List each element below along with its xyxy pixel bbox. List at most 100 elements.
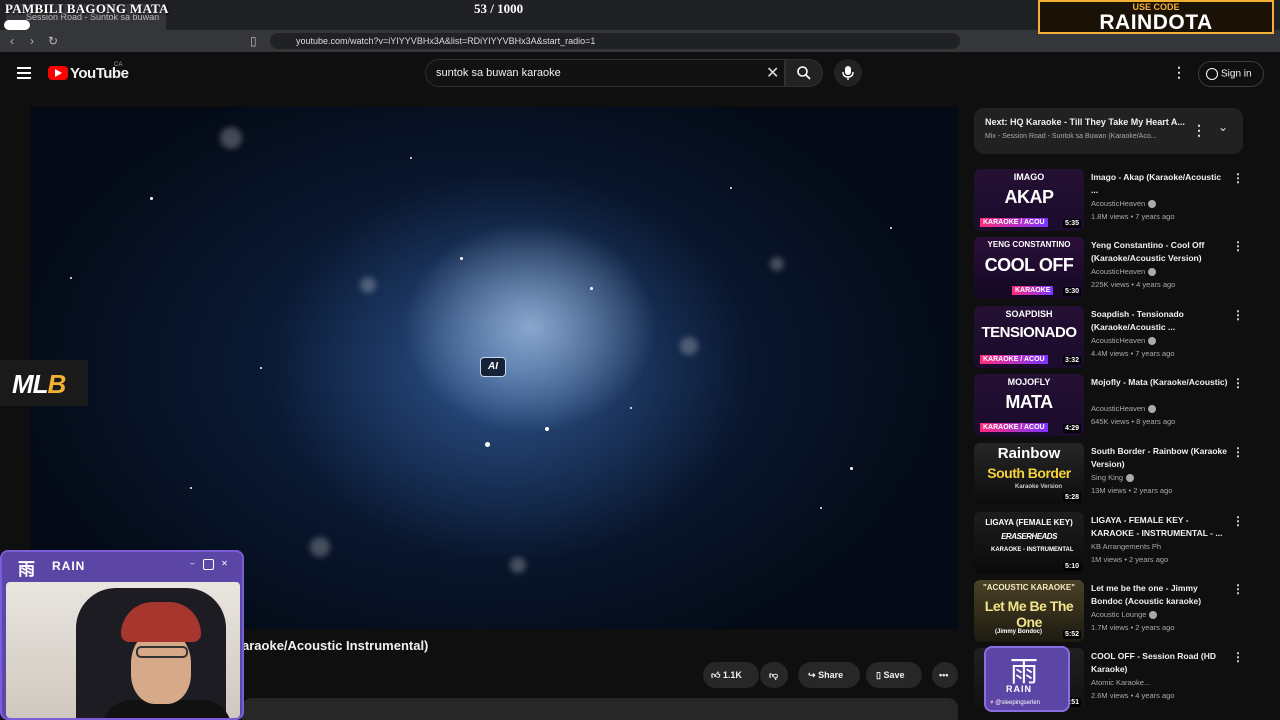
verified-icon <box>1148 268 1157 277</box>
share-button[interactable]: ↪ Share <box>798 662 860 688</box>
url-field[interactable]: youtube.com/watch?v=iYIYYVBHx3A&list=RDi… <box>270 33 960 49</box>
list-item[interactable]: LIGAYA (FEMALE KEY) ERASERHEADS KARAOKE … <box>974 512 1254 574</box>
video-meta: 225K views • 4 years ago <box>1091 280 1176 289</box>
back-icon[interactable]: ‹ <box>10 34 14 48</box>
settings-kebab-icon[interactable]: ⋮ <box>1172 64 1186 81</box>
video-meta: 13M views • 2 years ago <box>1091 486 1173 495</box>
duration-badge: 5:10 <box>1062 562 1081 571</box>
up-next-title: Next: HQ Karaoke - Till They Take My Hea… <box>985 117 1185 127</box>
search-input[interactable]: suntok sa buwan karaoke ✕ <box>425 59 785 87</box>
minimize-icon[interactable]: – <box>187 559 198 570</box>
channel-name[interactable]: Atomic Karaoke... <box>1091 678 1150 687</box>
reload-icon[interactable]: ↻ <box>48 34 58 48</box>
channel-name[interactable]: Acoustic Lounge <box>1091 610 1158 620</box>
duration-badge: 5:30 <box>1062 287 1081 296</box>
video-title-link[interactable]: Yeng Constantino - Cool Off (Karaoke/Aco… <box>1091 239 1229 265</box>
video-thumbnail[interactable]: "ACOUSTIC KARAOKE" Let Me Be The One (Ji… <box>974 580 1084 642</box>
thumbs-down-icon: 👎︎ <box>769 670 779 680</box>
more-actions-button[interactable]: ••• <box>932 662 958 688</box>
video-kebab-icon[interactable]: ⋮ <box>1232 582 1244 596</box>
video-title-link[interactable]: COOL OFF - Session Road (HD Karaoke) <box>1091 650 1229 676</box>
sign-in-button[interactable]: Sign in <box>1198 61 1264 87</box>
rain-logo-icon: 雨 <box>18 560 35 579</box>
promo-code-banner: USE CODE RAINDOTA <box>1038 0 1274 34</box>
video-kebab-icon[interactable]: ⋮ <box>1232 239 1244 253</box>
video-thumbnail[interactable]: YENG CONSTANTINO COOL OFF KARAOKE 5:30 <box>974 237 1084 299</box>
video-title-link[interactable]: Soapdish - Tensionado (Karaoke/Acoustic … <box>1091 308 1229 334</box>
video-kebab-icon[interactable]: ⋮ <box>1232 171 1244 185</box>
search-button[interactable] <box>785 59 823 87</box>
dislike-button[interactable]: 👎︎ <box>760 662 788 688</box>
webcam-name: RAIN <box>52 559 86 573</box>
streamer-handle: ♥ @sleepingserlen <box>990 700 1041 706</box>
up-next-kebab-icon[interactable]: ⋮ <box>1192 122 1206 139</box>
video-kebab-icon[interactable]: ⋮ <box>1232 376 1244 390</box>
list-item[interactable]: MOJOFLY MATA KARAOKE / ACOU 4:29 Mojofly… <box>974 374 1254 436</box>
like-button[interactable]: 👍︎ 1.1K <box>703 662 759 688</box>
video-title-link[interactable]: Imago - Akap (Karaoke/Acoustic ... <box>1091 171 1229 197</box>
share-icon: ↪ <box>808 670 816 680</box>
video-kebab-icon[interactable]: ⋮ <box>1232 514 1244 528</box>
heart-icon: ♥ <box>990 700 994 706</box>
up-next-panel[interactable]: Next: HQ Karaoke - Till They Take My Hea… <box>974 108 1243 154</box>
stream-song-title: PAMBILI BAGONG MATA <box>5 1 169 16</box>
mlb-logo: MLB <box>0 360 88 406</box>
list-item[interactable]: IMAGO AKAP KARAOKE / ACOU 5:35 Imago - A… <box>974 169 1254 231</box>
thumbs-up-icon: 👍︎ <box>711 670 721 680</box>
save-button[interactable]: ▯ Save <box>866 662 922 688</box>
verified-icon <box>1148 405 1157 414</box>
video-thumbnail[interactable]: Rainbow South Border Karaoke Version 5:2… <box>974 443 1084 505</box>
duration-badge: 4:29 <box>1062 424 1081 433</box>
verified-icon <box>1126 474 1135 483</box>
channel-name[interactable]: AcousticHeaven <box>1091 267 1157 277</box>
search-icon <box>797 66 811 80</box>
chevron-down-icon[interactable]: ⌄ <box>1218 120 1228 134</box>
duration-badge: 5:52 <box>1062 630 1081 639</box>
voice-search-button[interactable] <box>834 59 862 87</box>
maximize-icon[interactable] <box>203 559 214 570</box>
video-thumbnail[interactable]: SOAPDISH TENSIONADO KARAOKE / ACOU 3:32 <box>974 306 1084 368</box>
video-title-link[interactable]: Mojofly - Mata (Karaoke/Acoustic) <box>1091 376 1229 389</box>
streamer-name: RAIN <box>1006 684 1032 694</box>
video-thumbnail[interactable]: MOJOFLY MATA KARAOKE / ACOU 4:29 <box>974 374 1084 436</box>
hamburger-menu-icon[interactable] <box>17 67 31 79</box>
country-code: CA <box>114 62 123 68</box>
clear-search-icon[interactable]: ✕ <box>766 63 779 83</box>
video-title-link[interactable]: South Border - Rainbow (Karaoke Version) <box>1091 445 1229 471</box>
video-thumbnail[interactable]: IMAGO AKAP KARAOKE / ACOU 5:35 <box>974 169 1084 231</box>
duration-badge: 5:28 <box>1062 493 1081 502</box>
video-title-link[interactable]: LIGAYA - FEMALE KEY - KARAOKE - INSTRUME… <box>1091 514 1229 540</box>
video-title-link[interactable]: Let me be the one - Jimmy Bondoc (Acoust… <box>1091 582 1229 608</box>
save-label: Save <box>883 670 905 680</box>
youtube-logo-icon[interactable] <box>48 66 68 80</box>
account-icon <box>1206 68 1218 80</box>
video-meta: 1M views • 2 years ago <box>1091 555 1169 564</box>
bookmark-icon[interactable]: ▯ <box>250 34 257 48</box>
share-label: Share <box>818 670 844 680</box>
microphone-icon <box>842 66 854 80</box>
webcam-titlebar: 雨 RAIN – ✕ <box>2 552 242 580</box>
channel-name[interactable]: KB Arrangements Ph <box>1091 542 1161 551</box>
video-thumbnail[interactable]: LIGAYA (FEMALE KEY) ERASERHEADS KARAOKE … <box>974 512 1084 574</box>
list-item[interactable]: Rainbow South Border Karaoke Version 5:2… <box>974 443 1254 505</box>
list-item[interactable]: SOAPDISH TENSIONADO KARAOKE / ACOU 3:32 … <box>974 306 1254 368</box>
video-title: araoke/Acoustic Instrumental) <box>242 638 429 653</box>
forward-icon[interactable]: › <box>30 34 34 48</box>
video-kebab-icon[interactable]: ⋮ <box>1232 650 1244 664</box>
list-item[interactable]: "ACOUSTIC KARAOKE" Let Me Be The One (Ji… <box>974 580 1254 642</box>
stream-progress-pill <box>4 20 30 30</box>
description-panel[interactable] <box>242 698 958 720</box>
verified-icon <box>1149 611 1158 620</box>
list-item[interactable]: YENG CONSTANTINO COOL OFF KARAOKE 5:30 Y… <box>974 237 1254 299</box>
more-horizontal-icon: ••• <box>939 670 949 680</box>
sign-in-label: Sign in <box>1221 68 1252 80</box>
up-next-subtitle: Mix - Session Road - Suntok sa Buwan (Ka… <box>985 133 1157 140</box>
close-icon[interactable]: ✕ <box>219 559 230 570</box>
channel-name[interactable]: AcousticHeaven <box>1091 199 1157 209</box>
bookmark-save-icon: ▯ <box>876 670 881 680</box>
video-kebab-icon[interactable]: ⋮ <box>1232 308 1244 322</box>
channel-name[interactable]: Sing King <box>1091 473 1135 483</box>
video-kebab-icon[interactable]: ⋮ <box>1232 445 1244 459</box>
channel-name[interactable]: AcousticHeaven <box>1091 404 1157 414</box>
channel-name[interactable]: AcousticHeaven <box>1091 336 1157 346</box>
